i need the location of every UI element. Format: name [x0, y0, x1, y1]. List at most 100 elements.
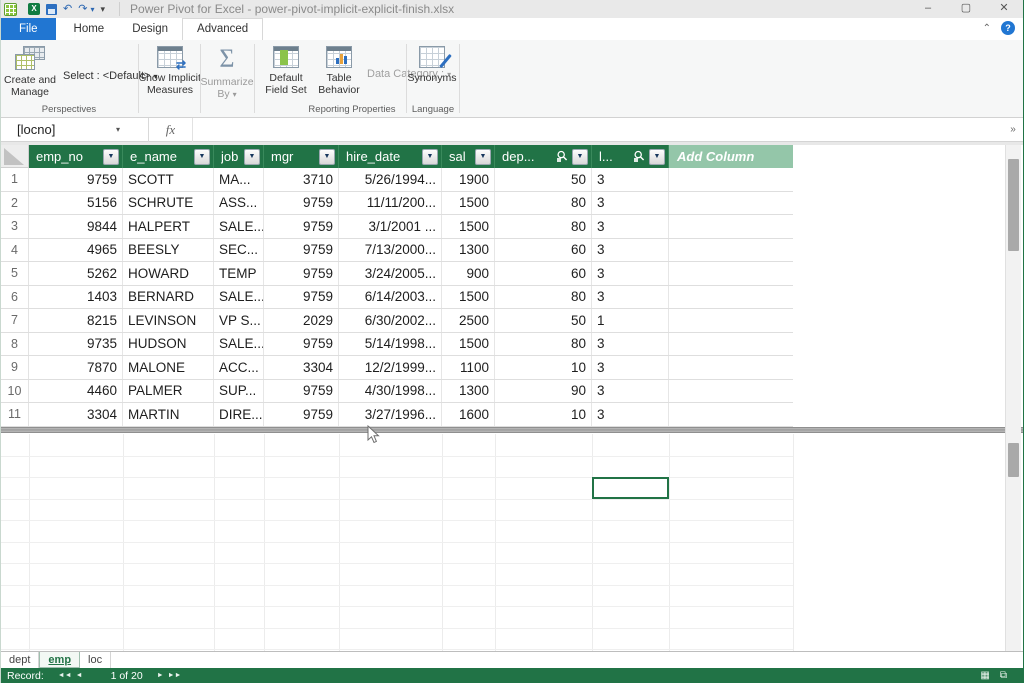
cell-mgr[interactable]: 9759: [264, 333, 339, 356]
row-number[interactable]: 10: [1, 380, 29, 403]
cell-e_name[interactable]: BERNARD: [123, 286, 214, 309]
column-header-sal[interactable]: sal▼: [442, 145, 495, 168]
cell-job[interactable]: DIRE...: [214, 403, 264, 426]
cell-l[interactable]: 3: [592, 168, 669, 191]
cell-mgr[interactable]: 9759: [264, 215, 339, 238]
tab-file[interactable]: File: [1, 18, 56, 40]
redo-button[interactable]: ↷ ▾: [78, 3, 94, 16]
cell-job[interactable]: SEC...: [214, 239, 264, 262]
fx-icon[interactable]: fx: [149, 118, 193, 142]
filter-dropdown-icon[interactable]: ▼: [244, 149, 260, 165]
vertical-scrollbar[interactable]: [1005, 145, 1021, 651]
pane-splitter[interactable]: [1, 427, 1023, 433]
cell-sal[interactable]: 1100: [442, 356, 495, 379]
cell-dep[interactable]: 60: [495, 262, 592, 285]
cell-l[interactable]: 3: [592, 262, 669, 285]
cell-mgr[interactable]: 9759: [264, 403, 339, 426]
cell-hire_date[interactable]: 4/30/1998...: [339, 380, 442, 403]
cell-mgr[interactable]: 9759: [264, 380, 339, 403]
cell-emp_no[interactable]: 5156: [29, 192, 123, 215]
row-number[interactable]: 7: [1, 309, 29, 332]
cell-mgr[interactable]: 2029: [264, 309, 339, 332]
cell-hire_date[interactable]: 3/24/2005...: [339, 262, 442, 285]
cell-e_name[interactable]: BEESLY: [123, 239, 214, 262]
synonyms-button[interactable]: Synonyms: [404, 44, 460, 84]
cell-dep[interactable]: 90: [495, 380, 592, 403]
cell-hire_date[interactable]: 3/1/2001 ...: [339, 215, 442, 238]
first-record-icon[interactable]: ◄◄: [58, 669, 72, 682]
scrollbar-thumb-lower[interactable]: [1008, 443, 1019, 477]
tab-home[interactable]: Home: [60, 18, 119, 40]
cell-emp_no[interactable]: 5262: [29, 262, 123, 285]
cell-sal[interactable]: 2500: [442, 309, 495, 332]
save-button[interactable]: [46, 4, 57, 15]
cell-e_name[interactable]: SCHRUTE: [123, 192, 214, 215]
cell-emp_no[interactable]: 9759: [29, 168, 123, 191]
cell-e_name[interactable]: PALMER: [123, 380, 214, 403]
selected-measure-cell[interactable]: [592, 477, 669, 499]
cell-sal[interactable]: 1500: [442, 192, 495, 215]
cell-dep[interactable]: 10: [495, 356, 592, 379]
cell-hire_date[interactable]: 11/11/200...: [339, 192, 442, 215]
cell-mgr[interactable]: 9759: [264, 192, 339, 215]
last-record-icon[interactable]: ►►: [168, 669, 182, 682]
cell-l[interactable]: 3: [592, 356, 669, 379]
filter-dropdown-icon[interactable]: ▼: [572, 149, 588, 165]
cell-emp_no[interactable]: 4460: [29, 380, 123, 403]
cell-emp_no[interactable]: 3304: [29, 403, 123, 426]
cell-sal[interactable]: 1500: [442, 215, 495, 238]
create-and-manage-button[interactable]: Create and Manage: [0, 44, 61, 98]
cell-e_name[interactable]: HUDSON: [123, 333, 214, 356]
cell-sal[interactable]: 900: [442, 262, 495, 285]
column-header-e_name[interactable]: e_name▼: [123, 145, 214, 168]
calculation-area[interactable]: [1, 434, 1006, 651]
cell-dep[interactable]: 80: [495, 333, 592, 356]
row-number[interactable]: 11: [1, 403, 29, 426]
cell-l[interactable]: 3: [592, 380, 669, 403]
cell-l[interactable]: 3: [592, 239, 669, 262]
cell-hire_date[interactable]: 5/26/1994...: [339, 168, 442, 191]
cell-mgr[interactable]: 9759: [264, 262, 339, 285]
filter-dropdown-icon[interactable]: ▼: [649, 149, 665, 165]
cell-e_name[interactable]: SCOTT: [123, 168, 214, 191]
cell-dep[interactable]: 10: [495, 403, 592, 426]
cell-e_name[interactable]: MARTIN: [123, 403, 214, 426]
column-header-dep[interactable]: dep...▼: [495, 145, 592, 168]
tab-design[interactable]: Design: [118, 18, 182, 40]
default-field-set-button[interactable]: Default Field Set: [257, 44, 315, 96]
cell-e_name[interactable]: LEVINSON: [123, 309, 214, 332]
cell-mgr[interactable]: 9759: [264, 286, 339, 309]
next-record-icon[interactable]: ►: [157, 669, 164, 682]
formula-input[interactable]: [193, 118, 1003, 142]
show-implicit-measures-button[interactable]: ⇄ Show Implicit Measures: [139, 44, 201, 96]
column-header-hire_date[interactable]: hire_date▼: [339, 145, 442, 168]
cell-sal[interactable]: 1300: [442, 239, 495, 262]
column-header-l[interactable]: l...▼: [592, 145, 669, 168]
scrollbar-thumb-upper[interactable]: [1008, 159, 1019, 251]
cell-sal[interactable]: 1500: [442, 333, 495, 356]
cell-l[interactable]: 3: [592, 286, 669, 309]
cell-sal[interactable]: 1300: [442, 380, 495, 403]
help-icon[interactable]: ?: [1001, 21, 1015, 35]
select-all-corner[interactable]: [1, 145, 29, 168]
cell-l[interactable]: 3: [592, 192, 669, 215]
cell-emp_no[interactable]: 7870: [29, 356, 123, 379]
cell-hire_date[interactable]: 12/2/1999...: [339, 356, 442, 379]
sheet-tab-emp[interactable]: emp: [39, 652, 80, 668]
cell-emp_no[interactable]: 1403: [29, 286, 123, 309]
cell-sal[interactable]: 1600: [442, 403, 495, 426]
row-number[interactable]: 3: [1, 215, 29, 238]
cell-mgr[interactable]: 3710: [264, 168, 339, 191]
data-view-icon[interactable]: ▦: [980, 670, 989, 681]
cell-l[interactable]: 3: [592, 333, 669, 356]
cell-dep[interactable]: 80: [495, 192, 592, 215]
cell-sal[interactable]: 1900: [442, 168, 495, 191]
cell-job[interactable]: ACC...: [214, 356, 264, 379]
cell-emp_no[interactable]: 8215: [29, 309, 123, 332]
row-number[interactable]: 5: [1, 262, 29, 285]
cell-job[interactable]: SALE...: [214, 333, 264, 356]
cell-l[interactable]: 3: [592, 403, 669, 426]
cell-e_name[interactable]: HOWARD: [123, 262, 214, 285]
cell-e_name[interactable]: HALPERT: [123, 215, 214, 238]
column-header-emp_no[interactable]: emp_no▼: [29, 145, 123, 168]
